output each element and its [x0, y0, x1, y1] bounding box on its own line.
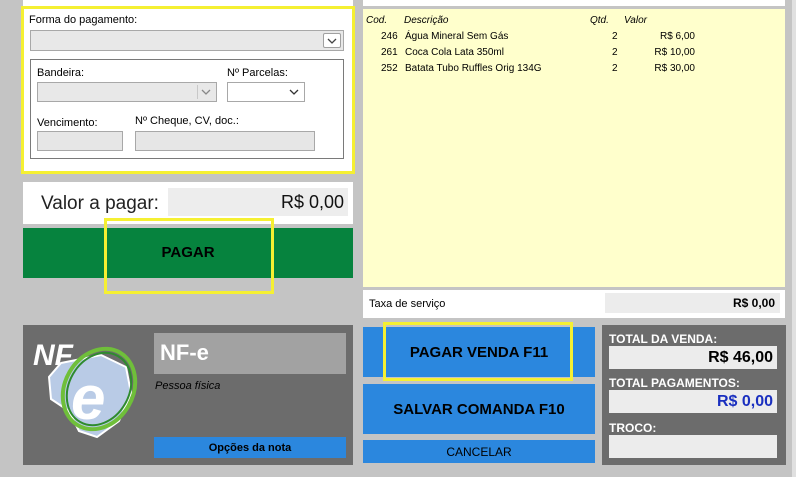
cancelar-button[interactable]: CANCELAR	[363, 440, 595, 463]
total-pagamentos-label: TOTAL PAGAMENTOS:	[609, 376, 740, 390]
top-strip-right	[363, 0, 785, 6]
header-descricao: Descrição	[404, 15, 449, 26]
row-cod: 261	[381, 47, 398, 58]
pagar-highlight	[104, 218, 274, 294]
troco-label: TROCO:	[609, 421, 657, 435]
nfe-panel: NF e NF-e Pessoa física Opções da nota	[23, 325, 353, 465]
troco-value	[609, 435, 777, 458]
total-pagamentos-value: R$ 0,00	[609, 390, 777, 413]
payment-form-panel: Forma do pagamento: Bandeira: Nº Parcela…	[21, 6, 355, 174]
totals-panel: TOTAL DA VENDA: R$ 46,00 TOTAL PAGAMENTO…	[602, 325, 786, 465]
row-qtd: 2	[612, 47, 618, 58]
valor-label: Valor a pagar:	[41, 193, 159, 214]
header-qtd: Qtd.	[590, 15, 609, 26]
parcelas-select[interactable]	[227, 82, 305, 102]
opcoes-da-nota-label: Opções da nota	[208, 441, 292, 454]
chevron-down-icon[interactable]	[197, 85, 214, 99]
parcelas-label: Nº Parcelas:	[227, 67, 288, 79]
row-valor: R$ 10,00	[654, 47, 695, 58]
row-qtd: 2	[612, 31, 618, 42]
cheque-input[interactable]	[135, 131, 315, 151]
valor-amount: R$ 0,00	[168, 188, 348, 216]
cheque-label: Nº Cheque, CV, doc.:	[135, 115, 239, 127]
chevron-down-icon[interactable]	[286, 85, 302, 99]
nfe-logo-nf: NF	[33, 339, 73, 372]
bandeira-label: Bandeira:	[37, 67, 85, 79]
nfe-subtitle: Pessoa física	[155, 380, 221, 392]
salvar-comanda-button[interactable]: SALVAR COMANDA F10	[363, 384, 595, 434]
total-venda-value: R$ 46,00	[609, 346, 777, 369]
right-edge	[792, 0, 796, 477]
row-desc: Coca Cola Lata 350ml	[405, 47, 504, 58]
row-cod: 252	[381, 63, 398, 74]
row-valor: R$ 6,00	[659, 31, 695, 42]
cancelar-label: CANCELAR	[446, 444, 512, 459]
taxa-servico-panel: Taxa de serviço R$ 0,00	[363, 290, 785, 318]
header-valor: Valor	[624, 15, 647, 26]
payment-details-group: Bandeira: Nº Parcelas: Vencimento: Nº Ch…	[30, 59, 344, 159]
vencimento-input[interactable]	[37, 131, 123, 151]
forma-label: Forma do pagamento:	[29, 14, 138, 26]
taxa-label: Taxa de serviço	[369, 298, 446, 310]
salvar-comanda-label: SALVAR COMANDA F10	[393, 400, 565, 418]
row-cod: 246	[381, 31, 398, 42]
pagar-venda-highlight	[383, 322, 573, 381]
items-list[interactable]: Cod. Descrição Qtd. Valor 246 Água Miner…	[363, 9, 785, 287]
vencimento-label: Vencimento:	[37, 117, 98, 129]
row-desc: Água Mineral Sem Gás	[405, 31, 509, 42]
header-cod: Cod.	[366, 15, 388, 26]
row-valor: R$ 30,00	[654, 63, 695, 74]
taxa-amount: R$ 0,00	[605, 293, 780, 313]
row-qtd: 2	[612, 63, 618, 74]
nfe-title-box: NF-e	[154, 333, 346, 374]
nfe-logo-e: e	[71, 364, 106, 433]
total-venda-label: TOTAL DA VENDA:	[609, 332, 718, 346]
opcoes-da-nota-button[interactable]: Opções da nota	[154, 437, 346, 458]
nfe-logo: NF e	[31, 333, 143, 443]
forma-select[interactable]	[30, 30, 344, 51]
row-desc: Batata Tubo Ruffles Orig 134G	[405, 63, 542, 74]
bandeira-select[interactable]	[37, 82, 217, 102]
chevron-down-icon[interactable]	[323, 33, 341, 48]
nfe-title: NF-e	[160, 340, 209, 365]
